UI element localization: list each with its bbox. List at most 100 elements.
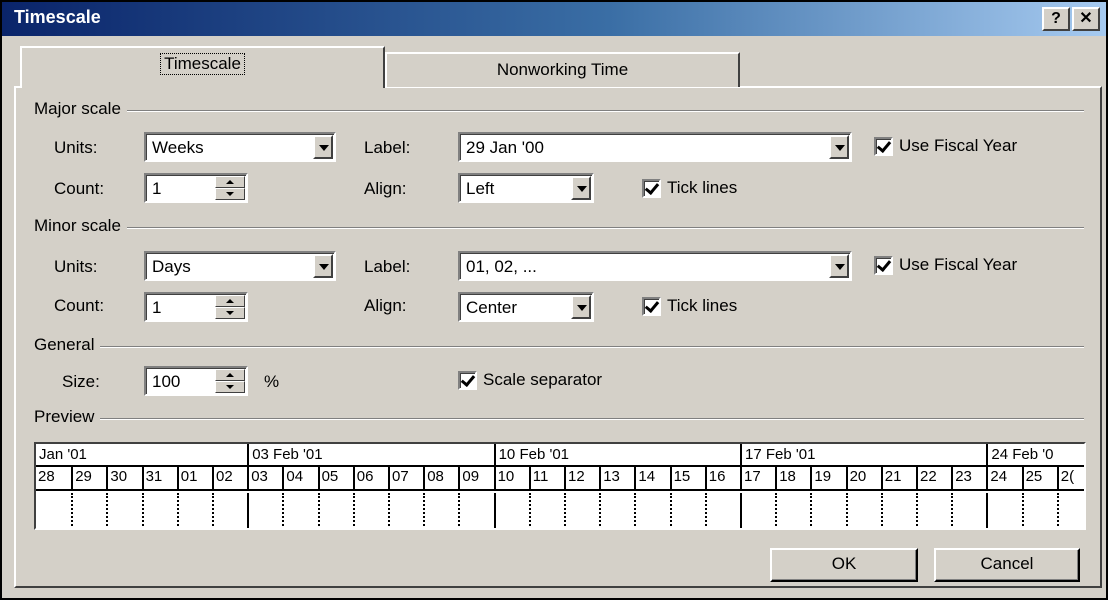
- major-count-stepper[interactable]: 1: [144, 173, 248, 203]
- minor-label-select[interactable]: 01, 02, ...: [458, 251, 852, 281]
- size-stepper[interactable]: 100: [144, 366, 248, 396]
- title-bar[interactable]: Timescale ? ✕: [2, 2, 1106, 36]
- checkmark-icon: [874, 136, 893, 156]
- major-units-value: Weeks: [152, 138, 204, 157]
- major-label-select[interactable]: 29 Jan '00: [458, 132, 852, 162]
- minor-align-select[interactable]: Center: [458, 292, 594, 322]
- minor-fiscal-year-label: Use Fiscal Year: [899, 255, 1018, 274]
- help-button[interactable]: ?: [1042, 7, 1070, 31]
- spin-up-icon[interactable]: [215, 176, 245, 188]
- preview-grid-line: [986, 493, 989, 528]
- preview-day-label: 17: [740, 465, 779, 489]
- preview-day-label: 25: [1021, 465, 1061, 489]
- preview-day-label: 11: [528, 465, 568, 489]
- preview-grid-line: [775, 493, 778, 528]
- preview-day-label: 14: [634, 465, 673, 489]
- major-tick-lines-checkbox[interactable]: Tick lines: [642, 178, 737, 198]
- major-units-label: Units:: [54, 138, 98, 157]
- minor-scale-heading: Minor scale: [34, 216, 127, 236]
- preview-grid-line: [317, 493, 320, 528]
- chevron-down-icon[interactable]: [829, 254, 849, 278]
- chevron-down-icon[interactable]: [571, 295, 591, 319]
- preview-day-label: 30: [106, 465, 145, 489]
- preview-day-label: 31: [141, 465, 181, 489]
- minor-tick-lines-checkbox[interactable]: Tick lines: [642, 296, 737, 316]
- preview-minor-row: 28 29 30 31 01 02 03 04 05 06 07 08 09 10 11 12 13 14 15 16…: [36, 465, 1084, 491]
- checkmark-icon: [642, 296, 661, 316]
- preview-day-label: 24: [986, 465, 1025, 489]
- general-heading: General: [34, 335, 101, 355]
- major-count-value: 1: [152, 179, 162, 198]
- scale-separator-label: Scale separator: [483, 370, 603, 389]
- minor-align-value: Center: [466, 298, 518, 317]
- preview-day-label: 01: [176, 465, 216, 489]
- major-fiscal-year-checkbox[interactable]: Use Fiscal Year: [874, 136, 1017, 156]
- tab-timescale-label: Timescale: [160, 53, 245, 75]
- preview-grid-line: [810, 493, 813, 528]
- size-unit: %: [264, 372, 280, 391]
- major-align-label: Align:: [364, 179, 407, 198]
- spin-up-icon[interactable]: [215, 295, 245, 307]
- major-align-select[interactable]: Left: [458, 173, 594, 203]
- minor-units-select[interactable]: Days: [144, 251, 336, 281]
- minor-fiscal-year-checkbox[interactable]: Use Fiscal Year: [874, 255, 1017, 275]
- preview-grid-line: [106, 493, 109, 528]
- preview-day-label: 21: [880, 465, 920, 489]
- checkmark-icon: [874, 255, 893, 275]
- preview-grid-line: [176, 493, 179, 528]
- preview-week-label: 24 Feb '0: [986, 444, 1084, 465]
- timescale-preview: Jan '01 03 Feb '01 10 Feb '01 17 Feb '01 24 …: [34, 442, 1086, 530]
- preview-day-label: 03: [247, 465, 286, 489]
- cancel-button[interactable]: Cancel: [934, 548, 1080, 582]
- chevron-down-icon[interactable]: [313, 254, 333, 278]
- tab-nonworking-time-label: Nonworking Time: [496, 60, 629, 79]
- preview-grid-line: [704, 493, 707, 528]
- minor-units-value: Days: [152, 257, 191, 276]
- preview-grid-line: [916, 493, 918, 528]
- spin-down-icon[interactable]: [215, 381, 245, 393]
- chevron-down-icon[interactable]: [829, 135, 849, 159]
- spin-up-icon[interactable]: [215, 369, 245, 381]
- major-scale-divider: [34, 110, 1084, 112]
- spin-down-icon[interactable]: [215, 188, 245, 200]
- preview-day-label: 10: [493, 465, 533, 489]
- preview-grid-line: [247, 493, 250, 528]
- preview-day-label: 23: [951, 465, 990, 489]
- preview-day-label: 15: [669, 465, 709, 489]
- preview-week-label: 10 Feb '01: [493, 444, 745, 465]
- preview-grid-line: [352, 493, 355, 528]
- major-units-select[interactable]: Weeks: [144, 132, 336, 162]
- preview-day-label: 04: [282, 465, 321, 489]
- minor-count-stepper[interactable]: 1: [144, 292, 248, 322]
- major-label-label: Label:: [364, 138, 411, 157]
- preview-week-label: Jan '01: [39, 446, 87, 463]
- preview-day-label: 28: [38, 468, 55, 485]
- checkmark-icon: [458, 370, 477, 390]
- preview-day-label: 19: [810, 465, 849, 489]
- preview-grid-line: [669, 493, 672, 528]
- ok-button[interactable]: OK: [770, 548, 918, 582]
- general-divider: [34, 346, 1084, 348]
- minor-tick-lines-label: Tick lines: [667, 296, 738, 315]
- preview-grid-line: [564, 493, 566, 528]
- scale-separator-checkbox[interactable]: Scale separator: [458, 370, 602, 390]
- minor-count-label: Count:: [54, 296, 105, 315]
- tab-nonworking-time[interactable]: Nonworking Time: [385, 52, 740, 87]
- chevron-down-icon[interactable]: [571, 176, 591, 200]
- close-button[interactable]: ✕: [1072, 7, 1100, 31]
- minor-label-value: 01, 02, ...: [466, 257, 537, 276]
- minor-label-label: Label:: [364, 257, 411, 276]
- spin-down-icon[interactable]: [215, 307, 245, 319]
- preview-day-label: 2(: [1056, 465, 1084, 489]
- size-label: Size:: [62, 372, 100, 391]
- preview-major-row: Jan '01 03 Feb '01 10 Feb '01 17 Feb '01 24 …: [36, 444, 1084, 467]
- preview-grid-line: [388, 493, 390, 528]
- preview-day-label: 20: [845, 465, 885, 489]
- tab-timescale[interactable]: Timescale: [20, 46, 385, 88]
- preview-grid-line: [212, 493, 214, 528]
- major-align-value: Left: [466, 179, 495, 198]
- preview-day-label: 05: [317, 465, 357, 489]
- chevron-down-icon[interactable]: [313, 135, 333, 159]
- major-tick-lines-label: Tick lines: [667, 178, 738, 197]
- checkmark-icon: [642, 178, 661, 198]
